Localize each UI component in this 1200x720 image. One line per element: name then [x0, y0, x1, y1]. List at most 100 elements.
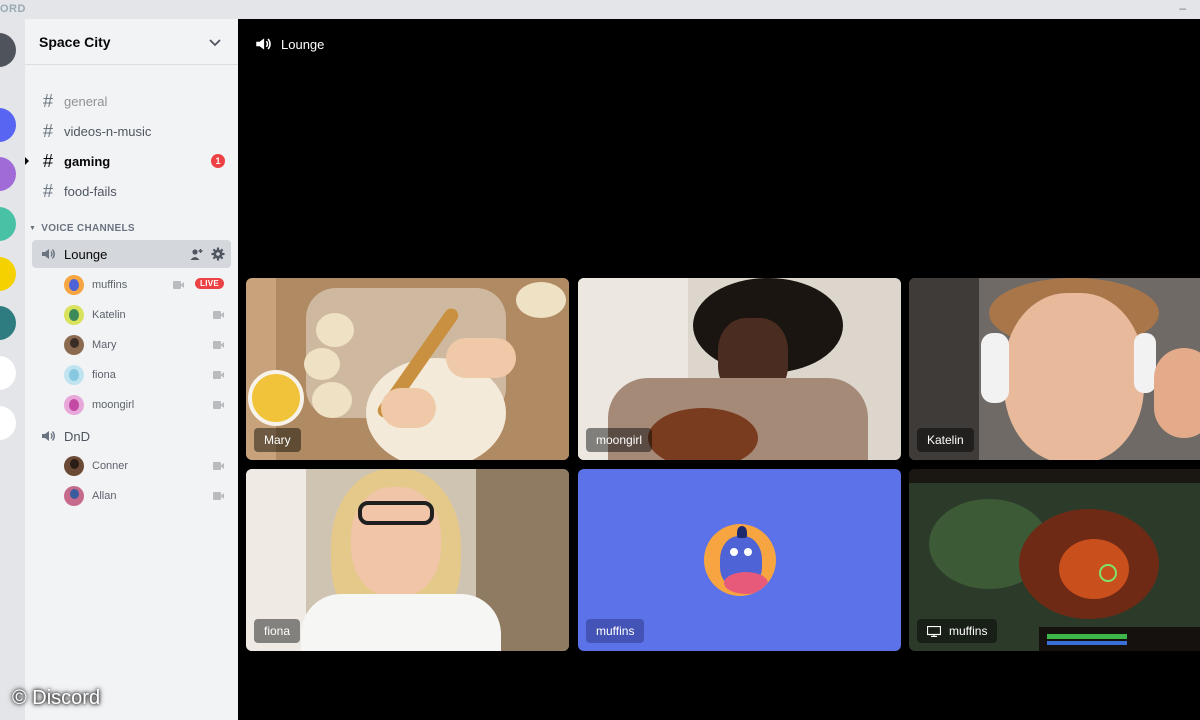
headphone-cup: [1134, 333, 1156, 393]
channel-sidebar: Space City # general # videos-n-music # …: [25, 19, 238, 720]
channel-general[interactable]: # general: [32, 88, 231, 114]
server-icon[interactable]: [0, 108, 16, 142]
voice-channel-tools: [190, 247, 225, 261]
bowl: [248, 370, 304, 426]
avatar-circle: [704, 524, 776, 596]
caret-down-icon: ▼: [29, 225, 37, 232]
home-server-icon[interactable]: [0, 33, 16, 67]
avatar-scarf: [724, 572, 768, 594]
user-name: muffins: [92, 279, 128, 291]
participant-name-tag: Mary: [254, 428, 301, 452]
window-brand: ORD: [0, 3, 26, 15]
hand: [381, 388, 436, 428]
avatar: [64, 275, 84, 295]
voice-user-moongirl[interactable]: moongirl: [64, 393, 224, 417]
game-mana-bar: [1047, 641, 1127, 645]
video-camera-icon: [213, 341, 224, 349]
voice-category-header[interactable]: ▼ VOICE CHANNELS: [29, 223, 135, 234]
explore-servers-icon[interactable]: [0, 406, 16, 440]
hash-icon: #: [42, 120, 53, 141]
server-name: Space City: [39, 33, 111, 50]
video-camera-icon: [173, 281, 184, 289]
user-name: moongirl: [92, 399, 135, 411]
dough-ball: [312, 382, 352, 418]
minimize-button[interactable]: –: [1179, 1, 1186, 15]
user-name: Conner: [92, 460, 129, 472]
video-camera-icon: [213, 371, 224, 379]
avatar: [64, 365, 84, 385]
video-camera-icon: [213, 492, 224, 500]
dough-ball: [304, 348, 340, 380]
copyright-watermark: © Discord: [12, 687, 101, 709]
channel-food-fails[interactable]: # food-fails: [32, 178, 231, 204]
user-name: Allan: [92, 490, 117, 502]
voice-channel-dnd[interactable]: DnD: [32, 422, 231, 450]
server-icon[interactable]: [0, 157, 16, 191]
participant-name-tag: fiona: [254, 619, 301, 643]
video-tile-muffins-screenshare[interactable]: muffins: [909, 469, 1200, 651]
game-health-bar: [1047, 634, 1127, 639]
stage-title: Lounge: [281, 36, 325, 52]
user-name: Mary: [92, 339, 117, 351]
hash-icon: #: [42, 150, 53, 171]
channel-label: general: [64, 93, 108, 109]
face: [1004, 293, 1144, 460]
avatar: [64, 305, 84, 325]
avatar: [64, 395, 84, 415]
voice-user-mary[interactable]: Mary: [64, 333, 224, 357]
hash-icon: #: [42, 180, 53, 201]
avatar-eye: [730, 548, 738, 556]
voice-user-conner[interactable]: Conner: [64, 454, 224, 478]
channel-label: gaming: [64, 153, 111, 169]
headphone-cup: [981, 333, 1009, 403]
participant-name-tag: moongirl: [586, 428, 653, 452]
video-tile-katelin[interactable]: Katelin: [909, 278, 1200, 460]
voice-user-muffins[interactable]: muffins LIVE: [64, 273, 224, 297]
mention-badge: 1: [211, 154, 225, 168]
server-icon[interactable]: [0, 207, 16, 241]
monitor-icon: [927, 625, 941, 637]
avatar: [64, 335, 84, 355]
avatar-topknot: [737, 526, 747, 538]
voice-user-katelin[interactable]: Katelin: [64, 303, 224, 327]
video-tile-moongirl[interactable]: moongirl: [578, 278, 901, 460]
video-tile-mary[interactable]: Mary: [246, 278, 569, 460]
voice-channel-label: DnD: [64, 428, 91, 444]
dough-ball: [516, 282, 566, 318]
video-tile-muffins-avatar[interactable]: muffins: [578, 469, 901, 651]
game-hud-bottom: [1039, 627, 1200, 651]
server-icon[interactable]: [0, 306, 16, 340]
user-name: Katelin: [92, 309, 126, 321]
avatar: [64, 486, 84, 506]
game-hud-top: [909, 469, 1200, 483]
video-stage: Lounge Mary moongirl Katelin fiona muffi…: [238, 19, 1200, 720]
category-label: VOICE CHANNELS: [41, 223, 135, 234]
server-header[interactable]: Space City: [25, 19, 238, 65]
channel-gaming[interactable]: # gaming 1: [25, 148, 231, 174]
add-server-icon[interactable]: [0, 356, 16, 390]
server-icon[interactable]: [0, 257, 16, 291]
speaker-icon: [256, 38, 271, 50]
voice-user-allan[interactable]: Allan: [64, 484, 224, 508]
avatar: [64, 456, 84, 476]
server-rail: [0, 19, 25, 720]
unread-indicator: [25, 157, 29, 165]
channel-label: videos-n-music: [64, 123, 152, 139]
invite-icon[interactable]: [190, 247, 204, 261]
live-badge: LIVE: [195, 278, 224, 289]
channel-label: food-fails: [64, 183, 117, 199]
chevron-down-icon: [209, 38, 221, 46]
shirt: [301, 594, 501, 651]
channel-videos-n-music[interactable]: # videos-n-music: [32, 118, 231, 144]
video-camera-icon: [213, 401, 224, 409]
video-camera-icon: [213, 311, 224, 319]
voice-user-fiona[interactable]: fiona: [64, 363, 224, 387]
hand: [446, 338, 516, 378]
participant-name-tag: muffins: [586, 619, 645, 643]
gear-icon[interactable]: [211, 247, 225, 261]
user-name: fiona: [92, 369, 116, 381]
hash-icon: #: [42, 90, 53, 111]
voice-channel-lounge[interactable]: Lounge: [32, 240, 231, 268]
speaker-icon: [42, 249, 55, 259]
video-tile-fiona[interactable]: fiona: [246, 469, 569, 651]
